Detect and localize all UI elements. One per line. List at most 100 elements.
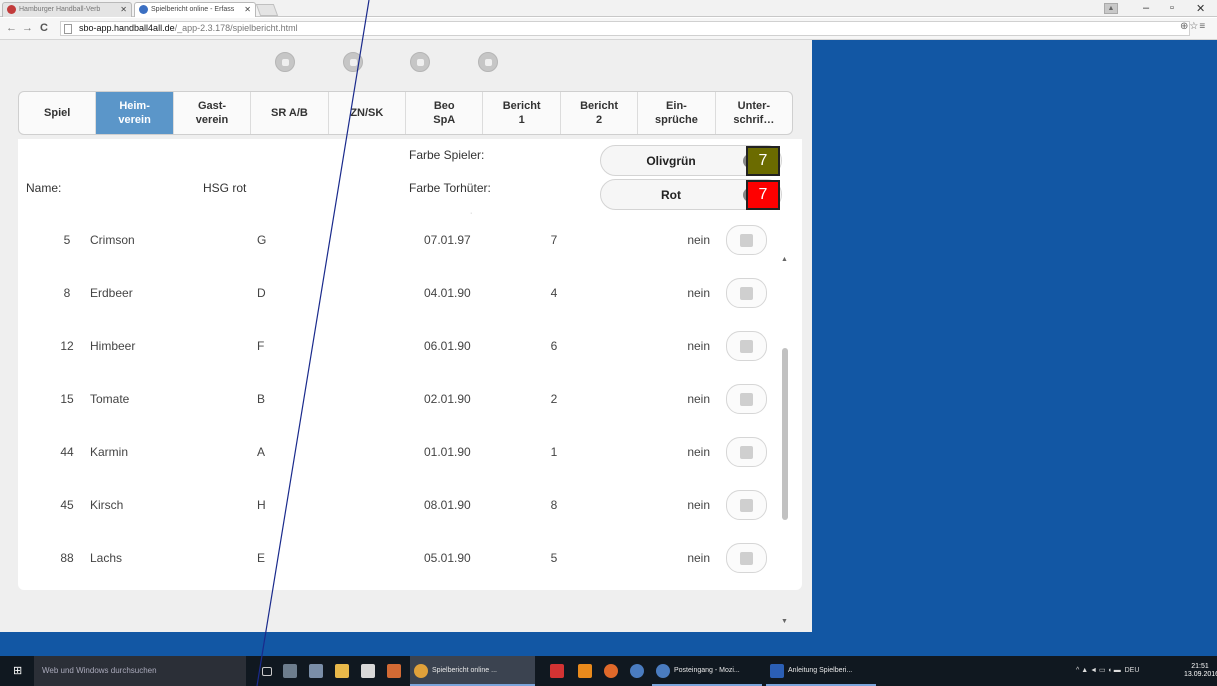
language-indicator[interactable]: DEU <box>1125 667 1140 674</box>
system-tray[interactable]: ^ ▲ ◄ ▭ ◖ ▬ DEU <box>1076 656 1139 686</box>
tab-heimverein[interactable]: Heim- verein <box>96 92 174 134</box>
player-count: 4 <box>550 286 558 300</box>
clock-time: 21:51 <box>1191 663 1209 670</box>
player-list-scrollbar[interactable]: ▲ ▼ <box>780 256 790 625</box>
list-icon[interactable] <box>410 52 430 72</box>
grid-icon[interactable] <box>275 52 295 72</box>
browser-tab-spielbericht[interactable]: Spielbericht online - Erfass ✕ <box>134 2 256 17</box>
player-number: 15 <box>60 392 74 406</box>
player-status: nein <box>687 286 710 300</box>
player-row: 44 Karmin A 01.01.90 1 nein <box>18 426 778 480</box>
player-number: 88 <box>60 551 74 565</box>
player-number: 12 <box>60 339 74 353</box>
tab-zn-sk[interactable]: ZN/SK <box>329 92 407 134</box>
taskbar-item-label: Posteingang - Mozi... <box>674 667 740 674</box>
scroll-up-arrow-icon[interactable]: ▲ <box>781 256 788 263</box>
player-toggle-checkbox[interactable] <box>726 543 767 573</box>
tab-sr-ab[interactable]: SR A/B <box>251 92 329 134</box>
taskbar-clock[interactable]: 21:51 13.09.2016 <box>1184 663 1217 679</box>
user-profile-icon[interactable]: ▲ <box>1104 3 1118 14</box>
app-icon[interactable] <box>309 664 323 678</box>
scroll-down-arrow-icon[interactable]: ▼ <box>781 618 788 625</box>
player-count: 6 <box>550 339 558 353</box>
new-tab-button[interactable] <box>255 4 279 16</box>
player-number: 8 <box>63 286 71 300</box>
app-icon[interactable] <box>387 664 401 678</box>
player-toggle-checkbox[interactable] <box>726 437 767 467</box>
compass-icon[interactable] <box>343 52 363 72</box>
browser-tab-title: Spielbericht online - Erfass <box>151 6 235 13</box>
zoom-star-menu-icons[interactable]: ⊕☆≡ <box>1180 21 1206 32</box>
restore-icon[interactable]: ▫ <box>1170 2 1174 14</box>
windows-start-icon[interactable]: ⊞ <box>13 665 25 677</box>
player-birthdate: 08.01.90 <box>424 498 471 512</box>
player-number: 44 <box>60 445 74 459</box>
player-count: 1 <box>550 445 558 459</box>
player-name: Tomate <box>90 392 130 406</box>
tab-gastverein[interactable]: Gast- verein <box>174 92 252 134</box>
player-toggle-checkbox[interactable] <box>726 225 767 255</box>
player-status: nein <box>687 445 710 459</box>
keeper-color-label: Farbe Torhüter: <box>409 181 491 195</box>
close-window-icon[interactable]: ✕ <box>1196 2 1205 15</box>
reload-icon[interactable]: C <box>40 22 48 34</box>
thunderbird-icon[interactable] <box>630 664 644 678</box>
app-icon[interactable] <box>550 664 564 678</box>
player-status: nein <box>687 498 710 512</box>
player-row: 15 Tomate B 02.01.90 2 nein <box>18 373 778 427</box>
player-birthdate: 01.01.90 <box>424 445 471 459</box>
tab-einsprueche[interactable]: Ein- sprüche <box>638 92 716 134</box>
settings-icon[interactable] <box>478 52 498 72</box>
tab-unterschriften[interactable]: Unter- schrif… <box>716 92 792 134</box>
tab-beo-spa[interactable]: Beo SpA <box>406 92 484 134</box>
player-status: nein <box>687 392 710 406</box>
word-icon <box>770 664 784 678</box>
player-count: 8 <box>550 498 558 512</box>
player-name: Erdbeer <box>90 286 133 300</box>
player-birthdate: 05.01.90 <box>424 551 471 565</box>
player-toggle-checkbox[interactable] <box>726 490 767 520</box>
taskbar-search-input[interactable]: Web und Windows durchsuchen <box>34 656 246 686</box>
chrome-icon <box>414 664 428 678</box>
scrollbar-thumb[interactable] <box>782 348 788 520</box>
keeper-color-value: Rot <box>661 188 681 202</box>
player-row: 88 Lachs E 05.01.90 5 nein <box>18 532 778 586</box>
page-info-icon[interactable] <box>64 24 72 34</box>
player-row: 5 Crimson G 07.01.97 7 nein <box>18 214 778 268</box>
taskbar-item-anleitung[interactable]: Anleitung Spielberi... <box>766 656 876 686</box>
tab-bericht-2[interactable]: Bericht 2 <box>561 92 639 134</box>
player-row: 8 Erdbeer D 04.01.90 4 nein <box>18 267 778 321</box>
firefox-icon[interactable] <box>604 664 618 678</box>
forward-arrow-icon[interactable]: → <box>22 22 33 34</box>
player-status: nein <box>687 551 710 565</box>
taskbar-item-spielbericht[interactable]: Spielbericht online ... <box>410 656 535 686</box>
close-tab-icon[interactable]: ✕ <box>244 3 251 16</box>
task-view-icon[interactable] <box>262 667 272 676</box>
player-letter: D <box>257 286 266 300</box>
tray-icons[interactable]: ^ ▲ ◄ ▭ ◖ ▬ <box>1076 667 1123 674</box>
player-toggle-checkbox[interactable] <box>726 331 767 361</box>
name-label: Name: <box>26 181 62 195</box>
app-icon[interactable] <box>283 664 297 678</box>
player-toggle-checkbox[interactable] <box>726 278 767 308</box>
tab-spiel[interactable]: Spiel <box>19 92 97 134</box>
player-toggle-checkbox[interactable] <box>726 384 767 414</box>
store-icon[interactable] <box>361 664 375 678</box>
minimize-icon[interactable]: – <box>1143 2 1149 14</box>
back-arrow-icon[interactable]: ← <box>6 22 17 34</box>
player-birthdate: 06.01.90 <box>424 339 471 353</box>
close-tab-icon[interactable]: ✕ <box>120 3 127 16</box>
address-bar-row: ← → C sbo-app.handball4all.de/_app-2.3.1… <box>0 18 1217 40</box>
taskbar-item-posteingang[interactable]: Posteingang - Mozi... <box>652 656 762 686</box>
player-letter: H <box>257 498 266 512</box>
file-explorer-icon[interactable] <box>335 664 349 678</box>
player-letter: A <box>257 445 266 459</box>
url-input[interactable]: sbo-app.handball4all.de/_app-2.3.178/spi… <box>60 21 1190 36</box>
handball-favicon-icon <box>7 5 16 14</box>
browser-tab-handball-verband[interactable]: Hamburger Handball-Verb ✕ <box>2 2 132 17</box>
vlc-icon[interactable] <box>578 664 592 678</box>
player-name: Lachs <box>90 551 123 565</box>
url-host: sbo-app.handball4all.de <box>79 23 175 33</box>
url-path: /_app-2.3.178/spielbericht.html <box>174 23 298 33</box>
tab-bericht-1[interactable]: Bericht 1 <box>483 92 561 134</box>
